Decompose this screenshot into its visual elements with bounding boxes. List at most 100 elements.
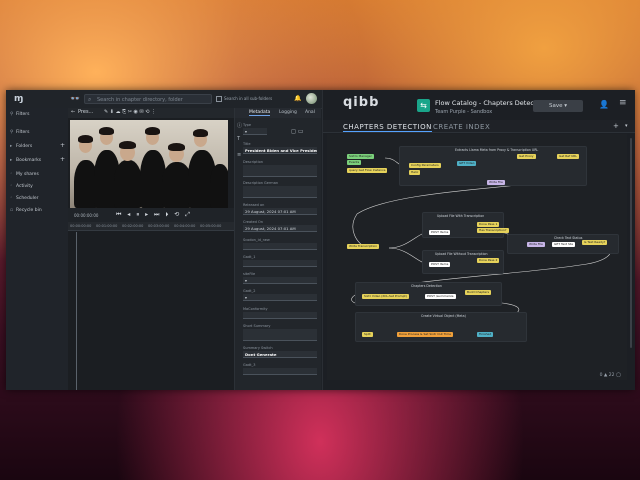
save-label: Save — [548, 103, 563, 109]
player-controls: 00:00:00:00 ⏮ ◂ ⏸ ▸ ⏭ ⏵ ⟲ ⤢ — [68, 208, 234, 222]
glasses-icon[interactable]: 👓 — [70, 94, 80, 103]
site-file-select[interactable]: ▾ — [243, 277, 317, 284]
summary-switch-select[interactable]: Dont Generate — [243, 351, 317, 358]
node-helic[interactable]: Helic — [409, 170, 421, 175]
sidebar-item-folders[interactable]: ▸ Folders — [10, 144, 32, 149]
tab-metadata[interactable]: Metadata — [249, 110, 271, 116]
search-input[interactable]: ⌕ Search in chapter directory, folder — [84, 94, 212, 104]
description-field[interactable] — [243, 165, 317, 177]
sidebar-item-filters[interactable]: ⚲ Filters — [10, 112, 30, 117]
node-build-chapters[interactable]: Build Chapters — [465, 290, 492, 295]
canvas-scrollbar[interactable] — [630, 138, 632, 348]
field-label-scodon-id: Scodon_id_new — [243, 238, 270, 242]
node-post-summarize[interactable]: POST /summarize — [425, 294, 456, 299]
sidebar-item-my-shares[interactable]: ◦ My shares — [10, 172, 39, 177]
created-on-field[interactable]: 29 August, 2024 07:01 AM — [243, 225, 317, 232]
node-post-items-2[interactable]: POST Items — [429, 262, 451, 267]
tab-menu-icon[interactable]: ▾ — [625, 123, 628, 129]
node-get-proxy[interactable]: Get Proxy — [517, 154, 536, 159]
group-label: Upload File With Transcription — [437, 214, 485, 218]
gadt-2-select[interactable]: ▾ — [243, 294, 317, 301]
tab-create-index[interactable]: CREATE INDEX — [433, 123, 490, 131]
add-tab-button[interactable]: + — [613, 122, 619, 130]
node-done-pass-2[interactable]: Done Pass 2 — [477, 258, 500, 263]
field-label-title: Title — [243, 142, 251, 146]
field-label-type: Type — [243, 123, 252, 127]
toolbar-tool-icons[interactable]: ✎ ⬇ ☁ ⎘ ✂ ◉ ✉ ⟲ ⋮ — [104, 109, 156, 115]
text-icon[interactable]: T — [237, 136, 240, 142]
app-logo-icon[interactable]: ɱ — [14, 94, 23, 104]
add-folder-button[interactable]: + — [60, 142, 65, 149]
ruler-tick: 00:04:00:00 — [174, 224, 196, 228]
node-query-flow-instance[interactable]: query Get Flow Instance — [347, 168, 388, 173]
node-events[interactable]: Events — [347, 160, 362, 165]
node-write-transcription[interactable]: Write Transcription — [347, 244, 380, 249]
node-done-process[interactable]: Done Process & Set Sixtr Out Time — [397, 332, 453, 337]
node-sixtro-manager[interactable]: Sixtro Manager — [347, 154, 374, 159]
node-sixtr-video-prompt[interactable]: Sixtr Video (XCL-Set Prompt) — [362, 294, 409, 299]
node-post-items-1[interactable]: POST Items — [429, 230, 451, 235]
info-icon[interactable]: ⓘ — [237, 122, 242, 129]
gadt-1-field[interactable] — [243, 260, 317, 267]
sidebar-item-recycle-bin[interactable]: ▫ Recycle bin — [10, 208, 42, 213]
sidebar-item-label: Filters — [16, 130, 30, 135]
node-get-video[interactable]: GET Video — [457, 161, 477, 166]
metadata-tabs: Metadata Logging Anal — [235, 108, 321, 118]
notifications-icon[interactable]: 🔔 — [294, 95, 301, 102]
field-label-released-on: Released on — [243, 203, 265, 207]
gadt-3-field[interactable] — [243, 368, 317, 375]
description-german-field[interactable] — [243, 186, 317, 198]
add-bookmark-button[interactable]: + — [60, 156, 65, 163]
tab-chapters-detection[interactable]: CHAPTERS DETECTION — [343, 123, 432, 132]
media-asset-manager: ɱ 👓 ⌕ Search in chapter directory, folde… — [6, 90, 322, 390]
sidebar-item-bookmarks[interactable]: ▸ Bookmarks — [10, 158, 41, 163]
search-all-checkbox[interactable] — [216, 96, 222, 102]
node-write-file-2[interactable]: Write File — [527, 242, 545, 247]
field-label-gadt-3: Gadt_3 — [243, 363, 256, 367]
avatar[interactable] — [306, 93, 317, 104]
title-field[interactable]: President Biden and Vice President H... — [243, 147, 317, 154]
node-finished[interactable]: Finished — [477, 332, 494, 337]
node-is-text-ready[interactable]: Is Text Ready? — [582, 240, 608, 245]
video-frame[interactable] — [70, 120, 228, 208]
flow-subtitle: Team Purple - Sandbox — [435, 109, 493, 115]
menu-icon[interactable]: ≡ — [619, 98, 627, 108]
back-icon[interactable]: ← — [71, 109, 75, 115]
group-label: Extracts Llama Meta from Proxy & Transcr… — [455, 148, 539, 152]
playhead[interactable] — [76, 232, 77, 390]
flow-canvas[interactable]: Extracts Llama Meta from Proxy & Transcr… — [327, 134, 627, 380]
list-icon[interactable]: ≡ — [237, 152, 241, 158]
timeline-ruler[interactable]: 00:00:00:00 00:01:00:00 00:02:00:00 00:0… — [68, 222, 234, 231]
field-label-gadt-2: Gadt_2 — [243, 289, 256, 293]
released-on-field[interactable]: 29 August, 2024 07:01 AM — [243, 208, 317, 215]
node-get-ref-url[interactable]: Get Ref URL — [557, 154, 580, 159]
ruler-tick: 00:01:00:00 — [96, 224, 118, 228]
node-config-parameters[interactable]: Config Parameters — [409, 163, 441, 168]
group-create-virtual-object[interactable]: Create Virtual Object (Meta) — [355, 312, 527, 342]
tab-analysis[interactable]: Anal — [305, 110, 315, 115]
field-label-site-file: siteFile — [243, 272, 256, 276]
maconformity-field[interactable] — [243, 312, 317, 319]
ruler-tick: 00:03:00:00 — [148, 224, 170, 228]
type-select[interactable]: ▾ — [243, 128, 267, 135]
user-icon[interactable]: 👤 — [599, 100, 609, 109]
group-label: Create Virtual Object (Meta) — [421, 314, 466, 318]
flow-title: Flow Catalog - Chapters Detection — [435, 99, 547, 107]
sidebar-item-filters-2[interactable]: ⚲ Filters — [10, 130, 30, 135]
canvas-status: 0 ▲ 22 ◯ — [599, 373, 621, 378]
sidebar-item-activity[interactable]: ◦ Activity — [10, 184, 33, 189]
node-write-file[interactable]: Write File — [487, 180, 505, 185]
sidebar-item-scheduler[interactable]: ◦ Scheduler — [10, 196, 39, 201]
field-action-icons[interactable]: ◻ ▭ — [291, 128, 304, 135]
node-split[interactable]: Split — [362, 332, 373, 337]
tab-logging[interactable]: Logging — [279, 110, 297, 115]
node-done-pass-1[interactable]: Done Pass 1 — [477, 222, 500, 227]
node-has-transcription[interactable]: Has Transcription? — [477, 228, 509, 233]
group-label: Check Text Status — [554, 236, 583, 240]
short-summary-field[interactable] — [243, 329, 317, 341]
scodon-id-field[interactable] — [243, 243, 317, 250]
ruler-tick: 00:05:00:00 — [200, 224, 222, 228]
node-get-text-status[interactable]: GET Text Sta — [552, 242, 575, 247]
save-button[interactable]: Save ▾ — [533, 100, 583, 112]
playback-buttons[interactable]: ⏮ ◂ ⏸ ▸ ⏭ ⏵ ⟲ ⤢ — [116, 211, 192, 219]
